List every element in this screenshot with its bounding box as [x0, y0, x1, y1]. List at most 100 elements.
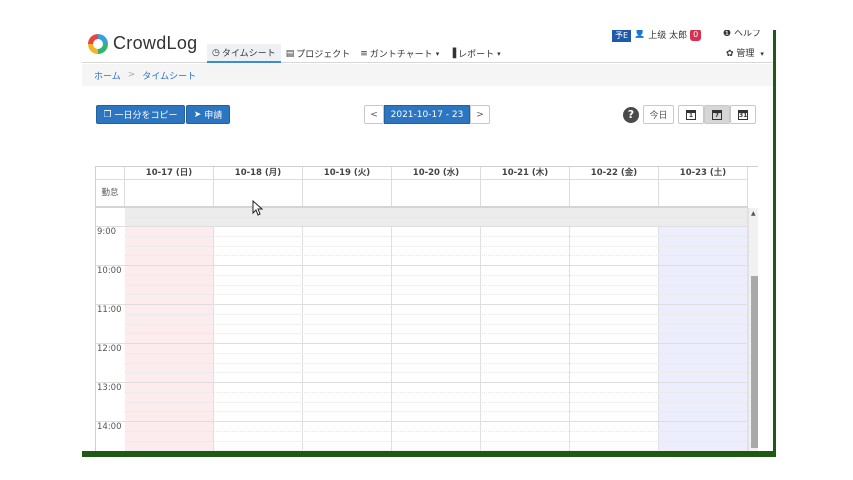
crowdlog-logo-icon[interactable]: [88, 34, 108, 54]
scrollbar-thumb[interactable]: [751, 276, 758, 448]
apply-label: 申請: [204, 111, 223, 121]
top-navbar: CrowdLog ◷ タイムシート ▤ プロジェクト ≡ ガントチャート ▾ ▐: [82, 30, 773, 63]
time-label: 12:00: [97, 344, 122, 354]
send-icon: ➤: [193, 109, 202, 120]
admin-menu[interactable]: ✿ 管理 ▾: [726, 46, 764, 59]
time-column-header: [96, 167, 125, 180]
breadcrumb-home[interactable]: ホーム: [94, 69, 121, 82]
project-icon: ▤: [285, 48, 295, 59]
bar-chart-icon: ▐: [449, 48, 457, 59]
hour-line: [96, 265, 747, 266]
quarter-line: [125, 313, 747, 315]
timesheet-panel: ❐ 一日分をコピー ➤ 申請 < 2021-10-17 - 23 > ? 今日 …: [90, 90, 768, 457]
nav-project[interactable]: ▤ プロジェクト: [281, 44, 356, 63]
quarter-line: [125, 255, 747, 257]
caret-down-icon: ▾: [497, 49, 501, 58]
prev-week-button[interactable]: <: [364, 105, 384, 124]
date-range-button[interactable]: 2021-10-17 - 23: [384, 105, 470, 124]
calendar-week-icon: 7: [712, 109, 722, 120]
time-label: 13:00: [97, 383, 122, 393]
quarter-line: [125, 362, 747, 364]
time-label: 14:00: [97, 422, 122, 432]
day-header[interactable]: 10-19 (火): [303, 167, 392, 180]
apply-button[interactable]: ➤ 申請: [186, 105, 230, 124]
nav-timesheet[interactable]: ◷ タイムシート: [207, 44, 281, 63]
allday-cell[interactable]: [659, 180, 748, 206]
allday-cell[interactable]: [570, 180, 659, 206]
help-icon[interactable]: ?: [623, 107, 639, 123]
month-view-button[interactable]: 31: [730, 105, 756, 124]
allday-cell[interactable]: [125, 180, 214, 206]
quarter-line: [125, 274, 747, 276]
screen: CrowdLog ◷ タイムシート ▤ プロジェクト ≡ ガントチャート ▾ ▐: [0, 0, 853, 480]
info-icon: ❶: [723, 30, 732, 39]
nav-report[interactable]: ▐ レポート ▾: [444, 44, 505, 63]
nav-report-label: レポート: [458, 50, 495, 60]
gear-icon: ✿: [726, 49, 734, 59]
copy-day-label: 一日分をコピー: [114, 111, 178, 121]
time-label: 9:00: [97, 227, 117, 237]
next-week-button[interactable]: >: [470, 105, 490, 124]
breadcrumb-separator: >: [127, 70, 136, 80]
window-border-right: [773, 30, 776, 457]
hour-line: [96, 421, 747, 422]
notification-badge[interactable]: 0: [690, 30, 702, 41]
day-header[interactable]: 10-23 (土): [659, 167, 748, 180]
quarter-line: [125, 294, 747, 296]
help-label: ヘルプ: [733, 30, 761, 39]
quarter-line: [125, 352, 747, 354]
time-label: 10:00: [97, 266, 122, 276]
quarter-line: [125, 401, 747, 403]
day-header[interactable]: 10-18 (月): [214, 167, 303, 180]
schedule-chip[interactable]: 予E: [612, 30, 632, 42]
quarter-line: [125, 440, 747, 442]
gantt-icon: ≡: [360, 48, 368, 59]
hour-line: [96, 382, 747, 383]
week-calendar-grid: 勤怠 ▲ 10-17 (日) 10-18 (月) 10-19 (火) 10-20 (水…: [95, 166, 758, 457]
help-link[interactable]: ❶ ヘルプ: [723, 30, 761, 39]
nav-timesheet-label: タイムシート: [221, 49, 276, 59]
breadcrumb: ホーム > タイムシート: [82, 64, 773, 86]
week-view-button[interactable]: 7: [704, 105, 730, 124]
day-header[interactable]: 10-17 (日): [125, 167, 214, 180]
quarter-line: [125, 284, 747, 286]
quarter-line: [125, 333, 747, 335]
allday-cell[interactable]: [303, 180, 392, 206]
breadcrumb-current: タイムシート: [142, 71, 197, 82]
quarter-line: [125, 217, 747, 218]
nav-gantt[interactable]: ≡ ガントチャート ▾: [355, 44, 444, 63]
user-icon: 👤: [634, 30, 646, 39]
quarter-line: [125, 235, 747, 237]
hour-line: [96, 343, 747, 344]
allday-cell[interactable]: [392, 180, 481, 206]
day-header[interactable]: 10-20 (水): [392, 167, 481, 180]
quarter-line: [125, 245, 747, 247]
calendar-month-icon: 31: [738, 109, 748, 120]
calendar-scrollbar[interactable]: ▲: [748, 208, 758, 457]
hour-line: [96, 226, 747, 227]
brand-name[interactable]: CrowdLog: [113, 33, 197, 54]
day-header[interactable]: 10-22 (金): [570, 167, 659, 180]
main-nav: ◷ タイムシート ▤ プロジェクト ≡ ガントチャート ▾ ▐ レポート ▾: [207, 44, 506, 63]
admin-label: 管理: [736, 49, 755, 59]
user-menu[interactable]: 予E 👤 上级 太郎 0: [612, 30, 702, 44]
allday-row-label: 勤怠: [96, 180, 125, 206]
allday-cell[interactable]: [481, 180, 570, 206]
quarter-line: [125, 372, 747, 374]
copy-icon: ❐: [103, 109, 112, 120]
user-name[interactable]: 上级 太郎: [648, 30, 687, 41]
quarter-line: [125, 323, 747, 325]
caret-down-icon: ▾: [760, 50, 764, 58]
quarter-line: [125, 430, 747, 432]
today-button[interactable]: 今日: [643, 105, 674, 124]
day-view-button[interactable]: 1: [678, 105, 704, 124]
quarter-line: [125, 411, 747, 413]
clock-icon: ◷: [212, 47, 220, 58]
calendar-day-icon: 1: [686, 109, 696, 120]
scroll-up-icon[interactable]: ▲: [751, 210, 756, 217]
window-border-bottom: [82, 451, 776, 457]
day-header[interactable]: 10-21 (木): [481, 167, 570, 180]
quarter-line: [125, 391, 747, 393]
copy-day-button[interactable]: ❐ 一日分をコピー: [96, 105, 185, 124]
time-label: 11:00: [97, 305, 122, 315]
